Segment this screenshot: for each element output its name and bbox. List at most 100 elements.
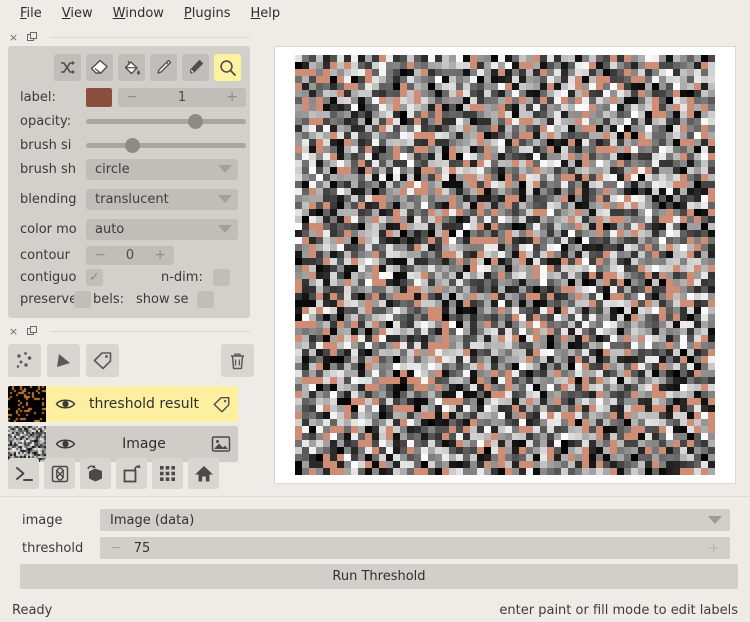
menu-plugins-label: lugins (191, 5, 231, 21)
delete-layer-button[interactable] (221, 344, 254, 377)
status-right-text: enter paint or fill mode to edit labels (499, 602, 738, 618)
image-select-value: Image (data) (110, 512, 195, 528)
paint-brush-tool[interactable] (150, 54, 177, 81)
menu-help-label: elp (260, 5, 281, 21)
menu-bar: File View Window Plugins Help (0, 0, 750, 26)
brush-size-row: brush si (8, 134, 250, 156)
fill-tool[interactable] (118, 54, 145, 81)
layer-name: threshold result (89, 396, 199, 412)
close-icon[interactable]: × (8, 326, 19, 337)
brush-size-slider-handle[interactable] (125, 137, 141, 153)
chevron-down-icon (218, 225, 232, 233)
eraser-tool[interactable] (86, 54, 113, 81)
threshold-label: threshold (22, 540, 84, 556)
contour-increment-button[interactable]: + (154, 248, 166, 262)
blending-dropdown[interactable]: translucent (86, 188, 238, 210)
run-threshold-button[interactable]: Run Threshold (20, 564, 738, 589)
contiguous-row-label: contiguo (20, 269, 77, 285)
labels-tool-row (54, 54, 241, 81)
opacity-slider[interactable] (86, 112, 246, 131)
grid-view-button[interactable] (152, 458, 183, 489)
chevron-down-icon (708, 516, 722, 524)
float-window-icon[interactable] (26, 326, 37, 337)
close-icon[interactable]: × (8, 32, 19, 43)
brush-size-slider-track (86, 142, 246, 148)
image-layer-type-icon (204, 435, 238, 453)
shuffle-colors-tool[interactable] (54, 54, 81, 81)
console-button[interactable] (8, 458, 39, 489)
color-mode-value: auto (95, 221, 125, 237)
label-value: 1 (177, 89, 187, 105)
layer-row-image[interactable]: Image (8, 426, 238, 462)
home-reset-view-button[interactable] (188, 458, 219, 489)
threshold-spinbox[interactable]: − 75 + (100, 537, 730, 559)
menu-window-label: indow (125, 5, 164, 21)
threshold-decrement-button[interactable]: − (110, 540, 122, 556)
contour-decrement-button[interactable]: − (94, 248, 106, 262)
pan-zoom-tool[interactable] (214, 54, 241, 81)
layer-list: threshold result Image (8, 386, 238, 466)
contiguous-checkbox[interactable]: ✓ (86, 268, 103, 286)
layer-controls-dock-titlebar: × (0, 28, 258, 46)
show-selected-checkbox[interactable] (196, 290, 214, 308)
roll-dims-button[interactable] (80, 458, 111, 489)
viewer-canvas[interactable] (274, 46, 736, 484)
chevron-down-icon (218, 165, 232, 173)
label-decrement-button[interactable]: − (126, 90, 138, 104)
float-window-icon[interactable] (26, 32, 37, 43)
image-select-row: image Image (data) (0, 509, 750, 531)
contiguous-ndim-row: contiguo ✓ n-dim: (8, 266, 250, 288)
preserve-labels-checkbox[interactable] (74, 290, 91, 308)
brush-shape-row-label: brush sh (20, 161, 76, 177)
layer-thumbnail (8, 386, 46, 422)
status-left-text: Ready (12, 602, 53, 618)
brush-shape-dropdown[interactable]: circle (86, 158, 238, 180)
opacity-slider-handle[interactable] (187, 113, 203, 129)
show-selected-row-label: show se (136, 291, 189, 307)
preserve-labels-row-label: preserve (20, 291, 74, 307)
color-picker-tool[interactable] (182, 54, 209, 81)
menu-window[interactable]: Window (103, 4, 174, 23)
chevron-down-icon (218, 195, 232, 203)
label-value-spinbox[interactable]: − 1 + (118, 87, 246, 107)
menu-file[interactable]: File (10, 4, 52, 23)
layer-row-threshold-result[interactable]: threshold result (8, 386, 238, 422)
visibility-eye-icon[interactable] (46, 437, 84, 451)
menu-view[interactable]: View (52, 4, 103, 23)
color-mode-dropdown[interactable]: auto (86, 218, 238, 240)
napari-main-window: File View Window Plugins Help × label: −… (0, 0, 750, 622)
visibility-eye-icon[interactable] (46, 397, 84, 411)
brush-size-row-label: brush si (20, 137, 72, 153)
color-mode-row-label: color mo (20, 221, 77, 237)
check-icon: ✓ (89, 269, 100, 285)
threshold-increment-button[interactable]: + (707, 539, 720, 557)
blending-row-label: blending (20, 191, 77, 207)
menu-plugins[interactable]: Plugins (174, 4, 241, 23)
ndisplay-button[interactable] (44, 458, 75, 489)
layer-thumbnail (8, 426, 46, 462)
opacity-slider-track (86, 118, 246, 124)
status-bar: Ready enter paint or fill mode to edit l… (0, 598, 750, 622)
dock-title-rule (50, 330, 250, 332)
new-labels-layer-button[interactable] (86, 344, 119, 377)
menu-help[interactable]: Help (241, 4, 291, 23)
label-increment-button[interactable]: + (226, 90, 238, 104)
brush-shape-row: brush sh circle (8, 158, 250, 180)
layer-controls-dock: × label: − 1 + opacity: brush si brush s… (0, 28, 258, 320)
menu-file-label: ile (26, 5, 42, 21)
preserve-labels-label-tail: bels: (93, 291, 125, 307)
image-select-label: image (22, 512, 63, 528)
new-points-layer-button[interactable] (8, 344, 41, 377)
label-row-label: label: (20, 89, 56, 105)
contour-row: contour − 0 + (8, 244, 250, 266)
ndim-checkbox[interactable] (212, 268, 230, 286)
ndim-row-label: n-dim: (161, 269, 203, 285)
label-color-swatch[interactable] (86, 87, 112, 107)
brush-size-slider[interactable] (86, 136, 246, 155)
transpose-dims-button[interactable] (116, 458, 147, 489)
image-select-dropdown[interactable]: Image (data) (100, 509, 730, 531)
new-shapes-layer-button[interactable] (47, 344, 80, 377)
dock-title-rule (50, 36, 250, 38)
layer-name: Image (122, 436, 166, 452)
contour-spinbox[interactable]: − 0 + (86, 245, 174, 265)
